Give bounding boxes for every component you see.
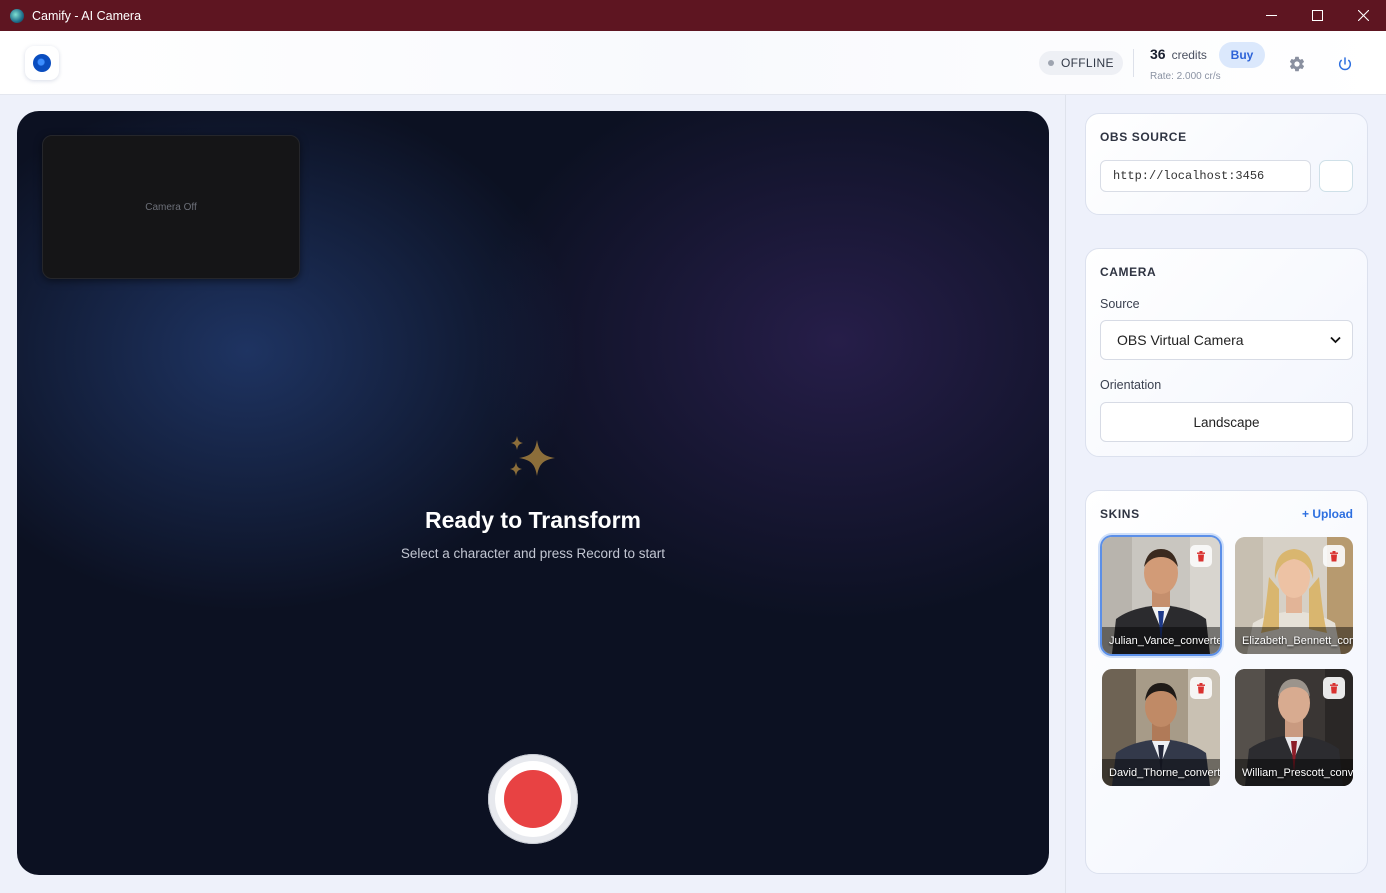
- stage-subtitle: Select a character and press Record to s…: [400, 546, 666, 561]
- skin-card-julian-vance[interactable]: Julian_Vance_converted: [1102, 537, 1220, 654]
- app-logo[interactable]: [25, 46, 59, 80]
- minimize-icon: [1265, 15, 1277, 16]
- camera-heading: CAMERA: [1100, 265, 1157, 279]
- minimize-button[interactable]: [1248, 0, 1294, 31]
- skin-name: Julian_Vance_converted: [1109, 635, 1220, 647]
- camera-source-select[interactable]: OBS Virtual Camera: [1100, 320, 1353, 360]
- window-title: Camify - AI Camera: [32, 8, 142, 23]
- stage-title: Ready to Transform: [425, 507, 641, 533]
- video-stage: Camera Off Ready to Transform Select a c…: [17, 111, 1049, 875]
- obs-connect-button[interactable]: [1319, 160, 1353, 192]
- skin-name: David_Thorne_converted: [1109, 767, 1220, 779]
- credits-label: credits: [1171, 48, 1207, 62]
- power-button[interactable]: [1334, 53, 1356, 75]
- maximize-button[interactable]: [1294, 0, 1340, 31]
- orientation-toggle-button[interactable]: Landscape: [1100, 402, 1353, 442]
- delete-skin-button[interactable]: [1323, 677, 1345, 699]
- gear-icon: [1289, 56, 1305, 72]
- record-icon: [504, 770, 562, 828]
- trash-icon: [1330, 682, 1338, 693]
- camera-lens-icon: [33, 54, 51, 72]
- trash-icon: [1330, 550, 1338, 561]
- settings-button[interactable]: [1286, 53, 1308, 75]
- status-text: OFFLINE: [1061, 56, 1114, 70]
- orientation-label: Orientation: [1100, 378, 1162, 392]
- power-icon: [1338, 57, 1352, 71]
- camera-off-text: Camera Off: [145, 201, 197, 213]
- app-icon: [10, 8, 24, 23]
- buy-credits-button[interactable]: Buy: [1219, 42, 1265, 68]
- credits-display: 36 credits: [1150, 46, 1207, 62]
- skin-card-william-prescott[interactable]: William_Prescott_converted: [1235, 669, 1353, 786]
- camera-preview[interactable]: Camera Off: [42, 135, 300, 279]
- close-icon: [1357, 10, 1369, 21]
- status-dot-icon: [1048, 60, 1054, 66]
- delete-skin-button[interactable]: [1190, 545, 1212, 567]
- trash-icon: [1197, 682, 1205, 693]
- skin-card-david-thorne[interactable]: David_Thorne_converted: [1102, 669, 1220, 786]
- skins-card: SKINS + Upload Julian_Vance_converted El…: [1085, 490, 1368, 874]
- skin-name: William_Prescott_converted: [1242, 767, 1353, 779]
- connection-status-badge: OFFLINE: [1039, 51, 1123, 75]
- obs-url-input[interactable]: [1100, 160, 1311, 192]
- skin-name: Elizabeth_Bennett_converted: [1242, 635, 1353, 647]
- maximize-icon: [1311, 10, 1323, 21]
- credits-value: 36: [1150, 46, 1166, 62]
- header-divider: [1133, 49, 1134, 77]
- right-panel: OBS SOURCE CAMERA Source OBS Virtual Cam…: [1065, 95, 1386, 893]
- delete-skin-button[interactable]: [1323, 545, 1345, 567]
- camera-card: CAMERA Source OBS Virtual Camera Orienta…: [1085, 248, 1368, 457]
- window-controls: [1248, 0, 1386, 31]
- delete-skin-button[interactable]: [1190, 677, 1212, 699]
- record-button[interactable]: [488, 754, 578, 844]
- trash-icon: [1197, 550, 1205, 561]
- chevron-down-icon: [1330, 336, 1341, 344]
- rate-text: Rate: 2.000 cr/s: [1150, 71, 1221, 82]
- obs-source-heading: OBS SOURCE: [1100, 130, 1187, 144]
- skin-card-elizabeth-bennett[interactable]: Elizabeth_Bennett_converted: [1235, 537, 1353, 654]
- title-bar: Camify - AI Camera: [0, 0, 1386, 31]
- app-header: OFFLINE 36 credits Buy Rate: 2.000 cr/s: [0, 31, 1386, 95]
- camera-source-value: OBS Virtual Camera: [1117, 332, 1244, 348]
- source-label: Source: [1100, 297, 1140, 311]
- upload-skin-button[interactable]: + Upload: [1302, 507, 1353, 521]
- skins-heading: SKINS: [1100, 507, 1140, 521]
- record-button-ring: [495, 761, 571, 837]
- sparkle-icon: [510, 436, 555, 476]
- obs-source-card: OBS SOURCE: [1085, 113, 1368, 215]
- close-window-button[interactable]: [1340, 0, 1386, 31]
